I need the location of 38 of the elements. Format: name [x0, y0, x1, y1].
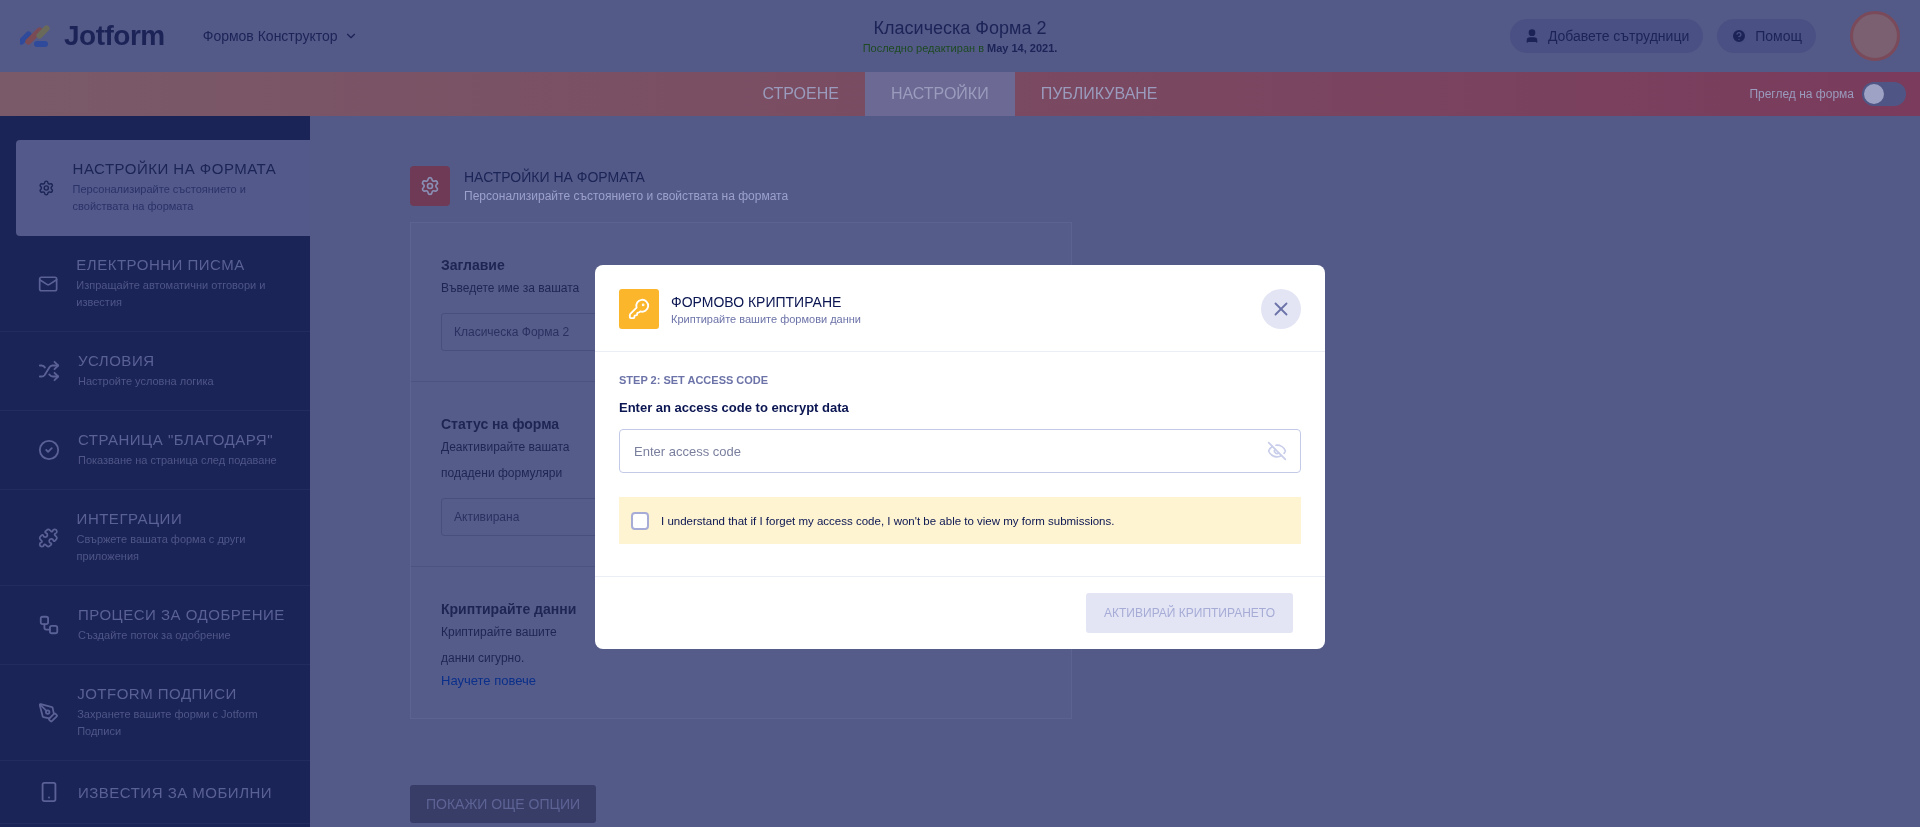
close-button[interactable]: [1261, 289, 1301, 329]
checkbox[interactable]: [631, 511, 649, 530]
field-label: Криптирайте данни: [441, 601, 577, 617]
tab[interactable]: СТРОЕНЕ: [736, 72, 865, 116]
builder-menu[interactable]: Формов Конструктор: [196, 27, 364, 45]
consent-text: I understand that if I forget my access code, I won't be able to view my form submissions.: [661, 514, 1115, 527]
tab[interactable]: ПУБЛИКУВАНЕ: [1014, 72, 1184, 116]
help-icon: [1731, 28, 1748, 44]
avatar[interactable]: [1850, 11, 1900, 61]
field-description: Криптирайте вашите: [441, 624, 557, 641]
prompt-text: Enter an access code to encrypt data: [619, 400, 850, 415]
step-label: STEP 2: SET ACCESS CODE: [619, 374, 770, 386]
field-description: Деактивирайте вашата: [441, 439, 570, 456]
check-circle-icon: [38, 439, 60, 461]
dialog-title: ФОРМОВО КРИПТИРАНЕ: [671, 293, 843, 310]
flowchart-icon: [38, 614, 60, 636]
puzzle-icon: [38, 526, 59, 549]
access-code-field[interactable]: Enter access code: [619, 429, 1301, 473]
dialog-subtitle: Криптирайте вашите формови данни: [671, 312, 861, 325]
field-description: данни сигурно.: [441, 650, 525, 667]
preview-label: Преглед на форма: [1749, 87, 1854, 101]
shuffle-icon: [38, 360, 60, 382]
section-title: НАСТРОЙКИ НА ФОРМАТА: [464, 169, 646, 185]
key-icon: [619, 289, 659, 329]
field-label: Статус на форма: [441, 416, 560, 432]
last-edited-text: Последно редактиран в May 14, 2021.: [862, 42, 1058, 54]
field-description: Въведете име за вашата: [441, 280, 580, 297]
pen-icon: [38, 701, 60, 724]
field-description: подадени формуляри: [441, 465, 563, 482]
sidebar-item[interactable]: ИЗВЕСТИЯ ЗА МОБИЛНИ: [0, 761, 310, 824]
eye-off-icon[interactable]: [1267, 441, 1287, 461]
settings-icon: [410, 166, 450, 206]
preview-toggle[interactable]: [1862, 82, 1906, 106]
form-title: Класическа Форма 2: [873, 18, 1047, 39]
section-subtitle: Персонализирайте състоянието и свойствата на формата: [464, 189, 789, 203]
field-label: Заглавие: [441, 257, 505, 273]
logo-wordmark: Jotform: [64, 20, 165, 52]
learn-more-link[interactable]: Научете повече: [441, 673, 537, 688]
